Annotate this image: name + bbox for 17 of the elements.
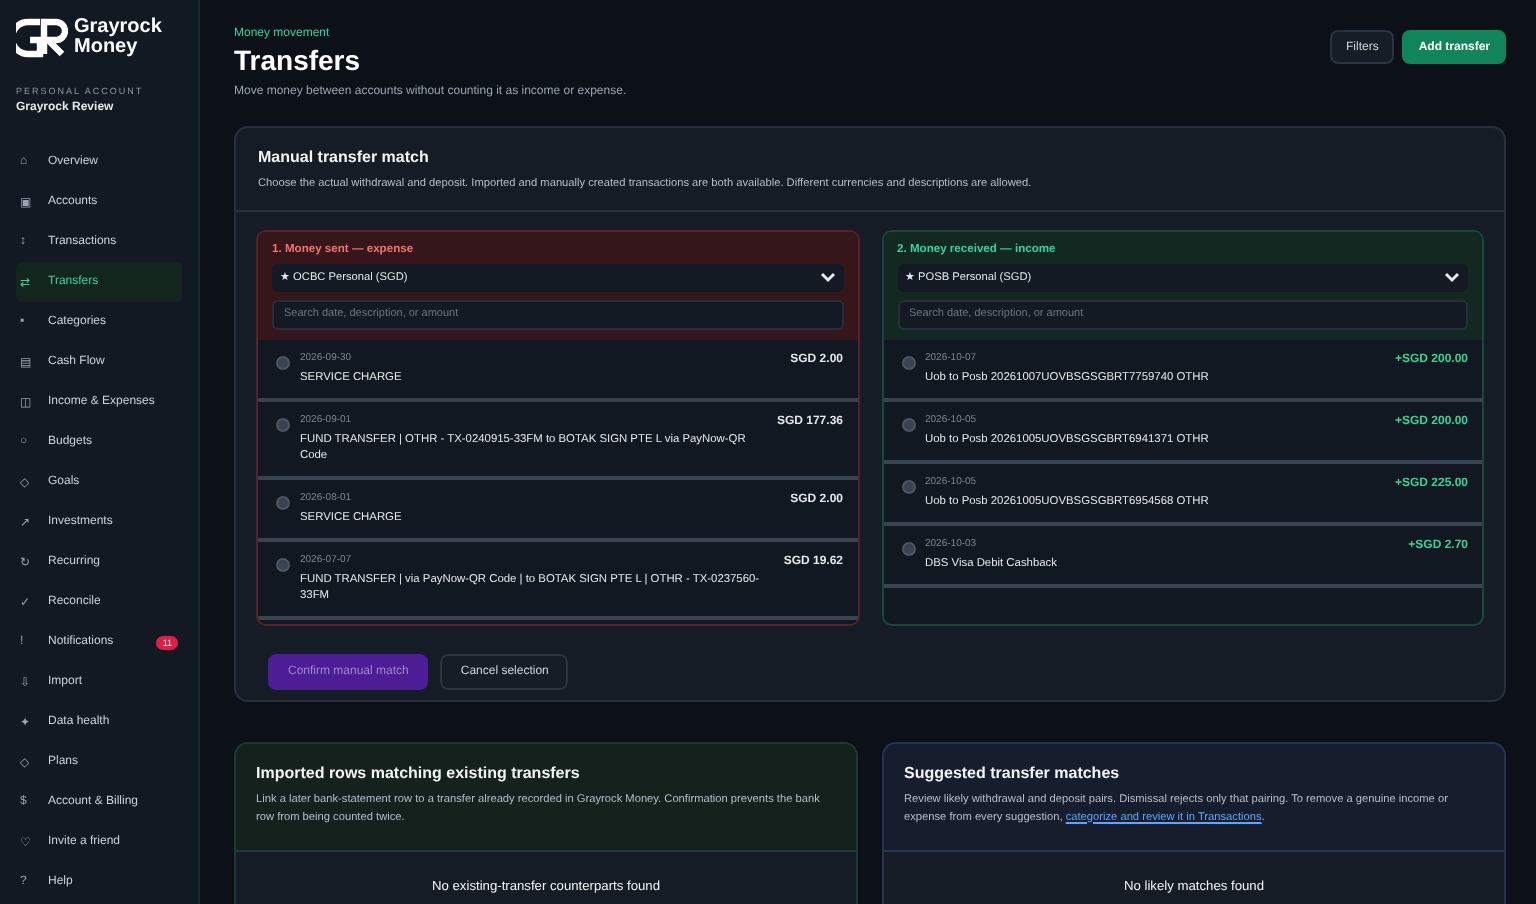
radio-button[interactable]: [901, 541, 915, 556]
card-title: Imported rows matching existing transfers: [256, 764, 582, 782]
card-title: Suggested transfer matches: [904, 764, 1122, 782]
radio-button[interactable]: [901, 355, 915, 370]
radio-button[interactable]: [276, 495, 290, 510]
chevron-down-icon: [1444, 271, 1460, 284]
brand-subtitle: Money: [74, 38, 138, 58]
card-title: Manual transfer match: [258, 148, 431, 166]
radio-button[interactable]: [276, 417, 290, 432]
brand-name: Grayrock: [74, 18, 162, 38]
radio-button[interactable]: [276, 355, 290, 370]
logo-icon: [16, 16, 68, 60]
radio-button[interactable]: [276, 557, 290, 572]
chevron-down-icon: [819, 271, 835, 284]
radio-button[interactable]: [901, 417, 915, 432]
radio-button[interactable]: [901, 479, 915, 494]
page-title: Transfers: [234, 44, 363, 76]
